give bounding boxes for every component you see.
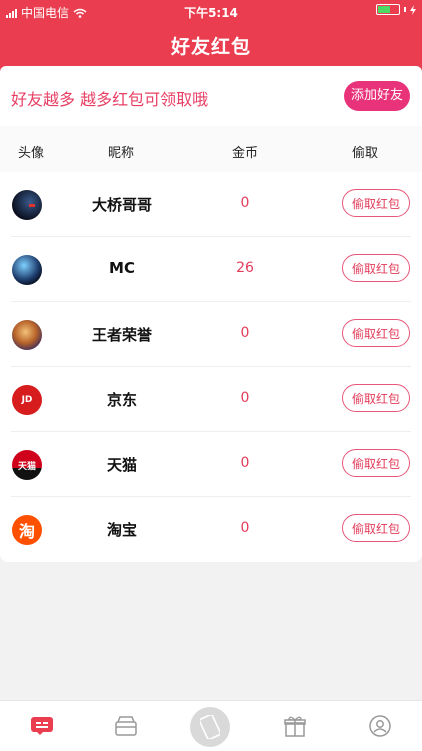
friend-row: 王者荣誉 0 偷取红包 bbox=[0, 302, 422, 367]
friend-coins: 0 bbox=[240, 390, 250, 406]
box-icon bbox=[115, 716, 137, 736]
steal-red-packet-button[interactable]: 偷取红包 bbox=[342, 449, 410, 477]
tab-profile[interactable] bbox=[338, 701, 422, 751]
friend-name: 京东 bbox=[106, 391, 137, 409]
tab-center-home[interactable] bbox=[190, 707, 230, 747]
tab-messages[interactable] bbox=[0, 701, 84, 751]
column-avatar: 头像 bbox=[18, 146, 45, 161]
phone-center-icon bbox=[200, 715, 220, 739]
friend-name: 王者荣誉 bbox=[91, 326, 152, 344]
battery-icon bbox=[376, 4, 400, 15]
friend-name: 天猫 bbox=[106, 456, 137, 474]
add-friend-button[interactable]: 添加好友 bbox=[344, 81, 410, 111]
page-title: 好友红包 bbox=[170, 36, 251, 58]
steal-red-packet-button[interactable]: 偷取红包 bbox=[342, 384, 410, 412]
status-bar: 中国电信 下午5:14 bbox=[0, 0, 422, 22]
battery-tip bbox=[404, 7, 406, 12]
friend-list: 大桥哥哥 0 偷取红包 MC 26 偷取红包 王者荣誉 0 偷取红包 JD 京东… bbox=[0, 172, 422, 562]
friend-row: 天猫 天猫 0 偷取红包 bbox=[0, 432, 422, 497]
friend-name: 大桥哥哥 bbox=[91, 196, 152, 214]
friend-coins: 0 bbox=[240, 325, 250, 341]
friend-name: 淘宝 bbox=[106, 521, 137, 539]
message-icon bbox=[31, 717, 53, 735]
friend-name: MC bbox=[109, 259, 135, 277]
tab-store[interactable] bbox=[84, 701, 168, 751]
profile-icon bbox=[369, 715, 391, 737]
galaxy-avatar bbox=[12, 255, 42, 285]
invite-banner: 好友越多 越多红包可领取哦 添加好友 bbox=[0, 66, 422, 126]
jd-logo: JD bbox=[12, 385, 42, 415]
friend-row: 淘 淘宝 0 偷取红包 bbox=[0, 497, 422, 562]
dark-space-avatar bbox=[12, 190, 42, 220]
status-time: 下午5:14 bbox=[184, 6, 238, 20]
tab-gifts[interactable] bbox=[253, 701, 337, 751]
steal-red-packet-button[interactable]: 偷取红包 bbox=[342, 189, 410, 217]
hero-avatar bbox=[12, 320, 42, 350]
tmall-logo: 天猫 bbox=[12, 450, 42, 480]
friend-row: 大桥哥哥 0 偷取红包 bbox=[0, 172, 422, 237]
friend-coins: 0 bbox=[240, 455, 250, 471]
table-header: 头像 昵称 金币 偷取 bbox=[0, 126, 422, 172]
friend-coins: 26 bbox=[236, 260, 254, 276]
column-nickname: 昵称 bbox=[108, 146, 135, 161]
charging-icon bbox=[410, 4, 416, 15]
invite-slogan: 好友越多 越多红包可领取哦 bbox=[11, 90, 209, 109]
gift-icon bbox=[284, 716, 306, 737]
friend-row: JD 京东 0 偷取红包 bbox=[0, 367, 422, 432]
friend-coins: 0 bbox=[240, 195, 250, 211]
column-coins: 金币 bbox=[232, 146, 259, 161]
taobao-logo: 淘 bbox=[12, 515, 42, 545]
steal-red-packet-button[interactable]: 偷取红包 bbox=[342, 514, 410, 542]
friend-row: MC 26 偷取红包 bbox=[0, 237, 422, 302]
steal-red-packet-button[interactable]: 偷取红包 bbox=[342, 319, 410, 347]
friend-coins: 0 bbox=[240, 520, 250, 536]
steal-red-packet-button[interactable]: 偷取红包 bbox=[342, 254, 410, 282]
tab-bar bbox=[0, 700, 422, 751]
column-steal: 偷取 bbox=[352, 146, 379, 161]
